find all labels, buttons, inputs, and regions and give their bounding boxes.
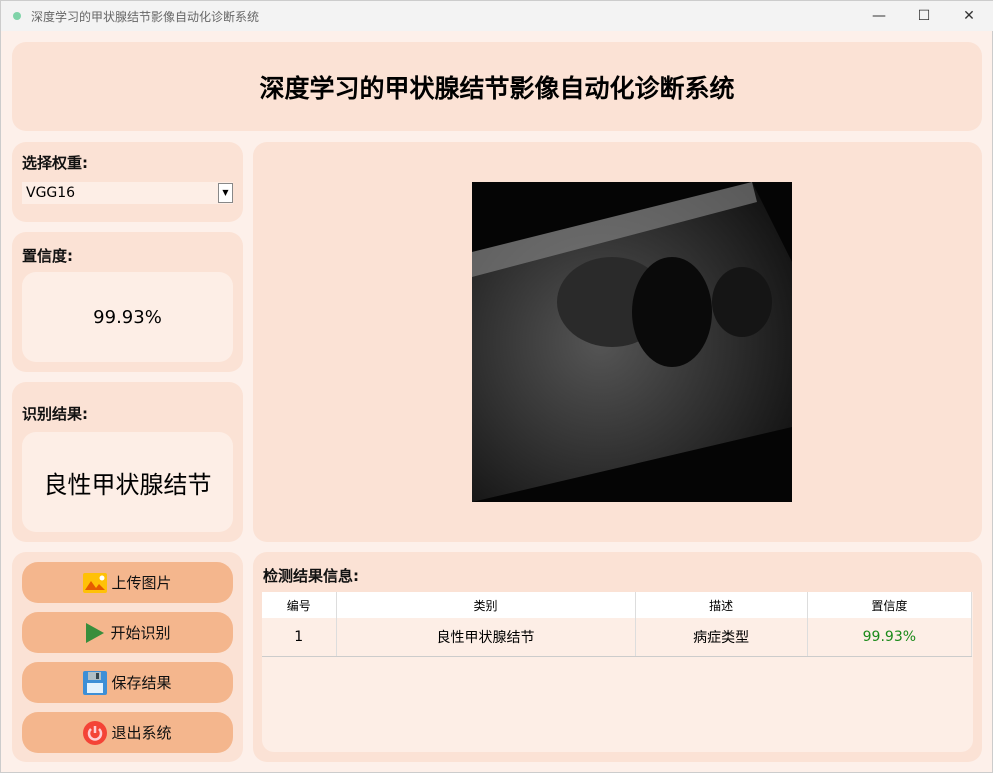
table-panel: 检测结果信息: 编号 类别 描述 置信度 1 良性甲状腺结节 病症类型 99.9… [253, 552, 982, 762]
upload-label: 上传图片 [111, 574, 172, 592]
result-display: 良性甲状腺结节 [22, 432, 233, 532]
col-category[interactable]: 类别 [336, 592, 636, 618]
col-description[interactable]: 描述 [635, 592, 808, 618]
result-value: 良性甲状腺结节 [43, 470, 212, 499]
result-panel: 识别结果: 良性甲状腺结节 [12, 382, 243, 542]
cell-category: 良性甲状腺结节 [336, 618, 636, 657]
confidence-panel: 置信度: 99.93% [12, 232, 243, 372]
app-icon [13, 12, 21, 20]
results-table: 编号 类别 描述 置信度 1 良性甲状腺结节 病症类型 99.93% [262, 592, 973, 752]
header-panel: 深度学习的甲状腺结节影像自动化诊断系统 [12, 42, 982, 131]
save-icon [83, 670, 108, 695]
save-label: 保存结果 [111, 674, 172, 692]
ultrasound-image [472, 182, 792, 502]
title-bar: 深度学习的甲状腺结节影像自动化诊断系统 — ☐ ✕ [1, 1, 993, 31]
weight-panel: 选择权重: VGG16 ▼ [12, 142, 243, 222]
cell-description: 病症类型 [635, 618, 808, 657]
exit-label: 退出系统 [111, 724, 172, 742]
col-confidence[interactable]: 置信度 [807, 592, 973, 618]
close-button[interactable]: ✕ [946, 1, 992, 31]
confidence-label: 置信度: [22, 247, 73, 265]
confidence-display: 99.93% [22, 272, 233, 362]
page-title: 深度学习的甲状腺结节影像自动化诊断系统 [259, 73, 735, 103]
window-title: 深度学习的甲状腺结节影像自动化诊断系统 [31, 9, 260, 24]
maximize-button[interactable]: ☐ [901, 1, 947, 31]
image-icon [83, 572, 108, 593]
table-header: 编号 类别 描述 置信度 [262, 592, 973, 618]
col-id[interactable]: 编号 [262, 592, 337, 618]
table-title: 检测结果信息: [263, 567, 359, 585]
image-panel [253, 142, 982, 542]
confidence-value: 99.93% [93, 306, 162, 328]
table-row[interactable]: 1 良性甲状腺结节 病症类型 99.93% [262, 618, 973, 657]
actions-panel: 上传图片 开始识别 保存结果 退出系统 [12, 552, 243, 762]
cell-id: 1 [262, 618, 337, 657]
play-icon [86, 622, 105, 643]
weight-label: 选择权重: [22, 154, 88, 172]
result-label: 识别结果: [22, 405, 88, 423]
upload-image-button[interactable]: 上传图片 [22, 562, 233, 603]
weight-select[interactable]: VGG16 ▼ [22, 182, 233, 204]
power-icon [83, 720, 108, 745]
start-recognition-button[interactable]: 开始识别 [22, 612, 233, 653]
save-result-button[interactable]: 保存结果 [22, 662, 233, 703]
weight-selected: VGG16 [26, 185, 76, 201]
cell-confidence: 99.93% [807, 618, 973, 657]
chevron-down-icon[interactable]: ▼ [218, 183, 233, 203]
minimize-button[interactable]: — [856, 1, 902, 31]
exit-system-button[interactable]: 退出系统 [22, 712, 233, 753]
start-label: 开始识别 [110, 624, 171, 642]
